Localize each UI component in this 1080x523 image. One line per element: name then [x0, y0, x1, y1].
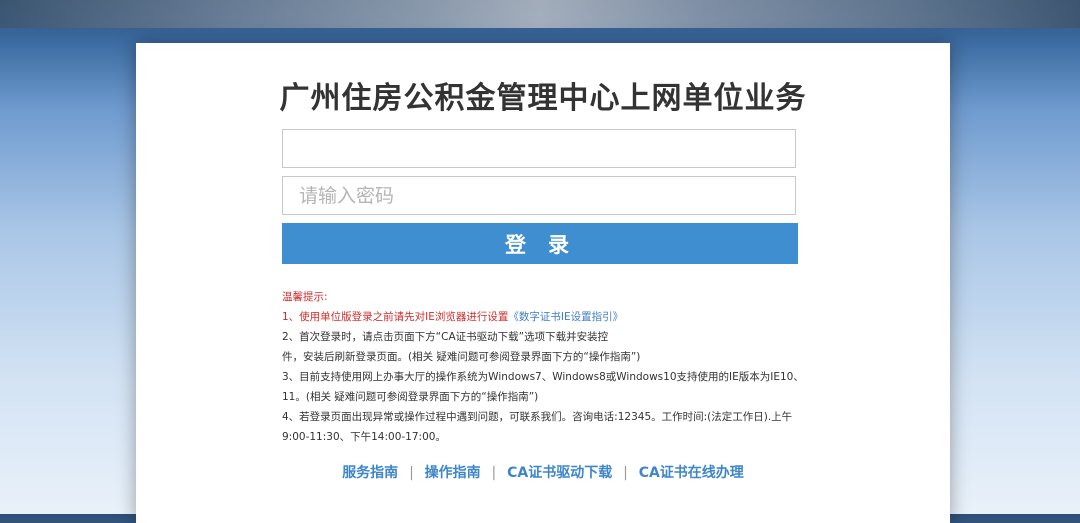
service-guide-link[interactable]: 服务指南: [342, 465, 398, 481]
footer-separator: |: [623, 465, 628, 481]
tip-item-3-line1: 3、目前支持使用网上办事大厅的操作系统为Windows7、Windows8或Wi…: [282, 371, 804, 383]
tips-heading: 温馨提示:: [282, 291, 328, 303]
footer-separator: |: [491, 465, 497, 481]
operation-guide-link[interactable]: 操作指南: [425, 465, 481, 481]
footer-links: 服务指南 | 操作指南 | CA证书驱动下载 | CA证书在线办理: [136, 462, 950, 482]
login-button[interactable]: 登录: [282, 223, 798, 264]
tip-item-4-line2: 9:00-11:30、下午14:00-17:00。: [282, 431, 446, 443]
username-input[interactable]: [282, 129, 796, 168]
login-card: 广州住房公积金管理中心上网单位业务 登录 温馨提示: 1、使用单位版登录之前请先…: [136, 43, 950, 523]
ca-driver-download-link[interactable]: CA证书驱动下载: [507, 465, 612, 481]
tip-item-4-line1: 4、若登录页面出现异常或操作过程中遇到问题，可联系我们。咨询电话:12345。工…: [282, 411, 793, 423]
ca-online-apply-link[interactable]: CA证书在线办理: [639, 465, 744, 481]
tip-item-1-text: 1、使用单位版登录之前请先对IE浏览器进行设置: [282, 311, 509, 323]
page-title: 广州住房公积金管理中心上网单位业务: [279, 81, 807, 116]
footer-separator: |: [409, 465, 414, 481]
tip-item-1: 1、使用单位版登录之前请先对IE浏览器进行设置《数字证书IE设置指引》: [282, 307, 822, 327]
tip-item-2-line2: 件，安装后刷新登录页面。(相关 疑难问题可参阅登录界面下方的“操作指南”): [282, 351, 641, 363]
tips-section: 温馨提示: 1、使用单位版登录之前请先对IE浏览器进行设置《数字证书IE设置指引…: [282, 287, 822, 447]
tip-item-2-line1: 2、首次登录时，请点击页面下方“CA证书驱动下载”选项下载并安装控: [282, 331, 609, 343]
blurred-top-bar: [0, 0, 1080, 28]
tip-item-3-line2: 11。(相关 疑难问题可参阅登录界面下方的“操作指南”): [282, 391, 539, 403]
password-input[interactable]: [282, 176, 796, 215]
ie-settings-guide-link[interactable]: 《数字证书IE设置指引》: [508, 311, 623, 323]
